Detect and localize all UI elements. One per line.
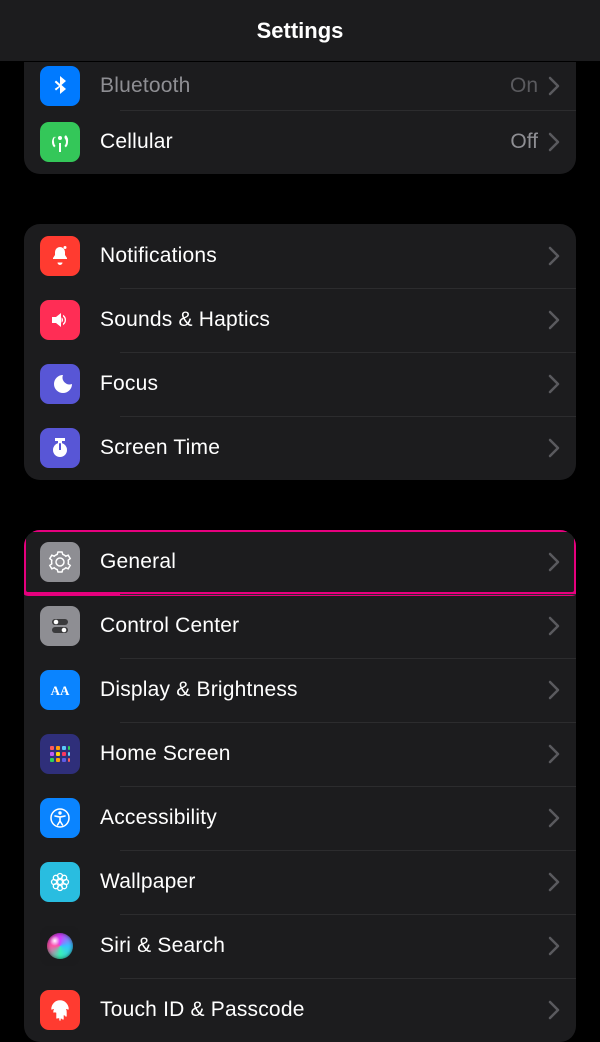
- row-homescreen[interactable]: Home Screen: [24, 722, 576, 786]
- row-label: Focus: [100, 372, 548, 396]
- row-screentime[interactable]: Screen Time: [24, 416, 576, 480]
- svg-text:AA: AA: [51, 683, 70, 698]
- row-label: Cellular: [100, 130, 510, 154]
- page-title: Settings: [257, 18, 344, 44]
- row-controlcenter[interactable]: Control Center: [24, 594, 576, 658]
- controlcenter-icon: [40, 606, 80, 646]
- sounds-icon: [40, 300, 80, 340]
- row-label: Control Center: [100, 614, 548, 638]
- row-siri[interactable]: Siri & Search: [24, 914, 576, 978]
- chevron-right-icon: [548, 872, 560, 892]
- row-label: Display & Brightness: [100, 678, 548, 702]
- row-value: Off: [510, 130, 538, 154]
- row-general[interactable]: General: [24, 530, 576, 594]
- settings-list: Bluetooth On Cellular Off Notifications: [0, 62, 600, 1042]
- chevron-right-icon: [548, 374, 560, 394]
- row-label: Siri & Search: [100, 934, 548, 958]
- row-cellular[interactable]: Cellular Off: [24, 110, 576, 174]
- chevron-right-icon: [548, 310, 560, 330]
- row-label: Screen Time: [100, 436, 548, 460]
- chevron-right-icon: [548, 936, 560, 956]
- row-label: Accessibility: [100, 806, 548, 830]
- row-label: Touch ID & Passcode: [100, 998, 548, 1022]
- touchid-icon: [40, 990, 80, 1030]
- bluetooth-icon: [40, 66, 80, 106]
- row-display[interactable]: AA Display & Brightness: [24, 658, 576, 722]
- focus-icon: [40, 364, 80, 404]
- row-label: Sounds & Haptics: [100, 308, 548, 332]
- group-connectivity: Bluetooth On Cellular Off: [24, 62, 576, 174]
- row-label: Notifications: [100, 244, 548, 268]
- chevron-right-icon: [548, 246, 560, 266]
- chevron-right-icon: [548, 1000, 560, 1020]
- row-wallpaper[interactable]: Wallpaper: [24, 850, 576, 914]
- chevron-right-icon: [548, 680, 560, 700]
- row-bluetooth[interactable]: Bluetooth On: [24, 62, 576, 110]
- chevron-right-icon: [548, 616, 560, 636]
- row-touchid[interactable]: Touch ID & Passcode: [24, 978, 576, 1042]
- row-sounds[interactable]: Sounds & Haptics: [24, 288, 576, 352]
- cellular-icon: [40, 122, 80, 162]
- row-label: General: [100, 550, 548, 574]
- header-bar: Settings: [0, 0, 600, 62]
- display-icon: AA: [40, 670, 80, 710]
- row-label: Bluetooth: [100, 74, 510, 98]
- chevron-right-icon: [548, 132, 560, 152]
- row-label: Wallpaper: [100, 870, 548, 894]
- chevron-right-icon: [548, 744, 560, 764]
- group-general: General Control Center AA Display & Brig…: [24, 530, 576, 1042]
- chevron-right-icon: [548, 76, 560, 96]
- row-accessibility[interactable]: Accessibility: [24, 786, 576, 850]
- row-focus[interactable]: Focus: [24, 352, 576, 416]
- general-icon: [40, 542, 80, 582]
- chevron-right-icon: [548, 438, 560, 458]
- notifications-icon: [40, 236, 80, 276]
- group-alerts: Notifications Sounds & Haptics Focus: [24, 224, 576, 480]
- accessibility-icon: [40, 798, 80, 838]
- wallpaper-icon: [40, 862, 80, 902]
- screentime-icon: [40, 428, 80, 468]
- row-value: On: [510, 74, 538, 98]
- row-notifications[interactable]: Notifications: [24, 224, 576, 288]
- row-label: Home Screen: [100, 742, 548, 766]
- chevron-right-icon: [548, 552, 560, 572]
- homescreen-icon: [40, 734, 80, 774]
- siri-icon: [40, 926, 80, 966]
- chevron-right-icon: [548, 808, 560, 828]
